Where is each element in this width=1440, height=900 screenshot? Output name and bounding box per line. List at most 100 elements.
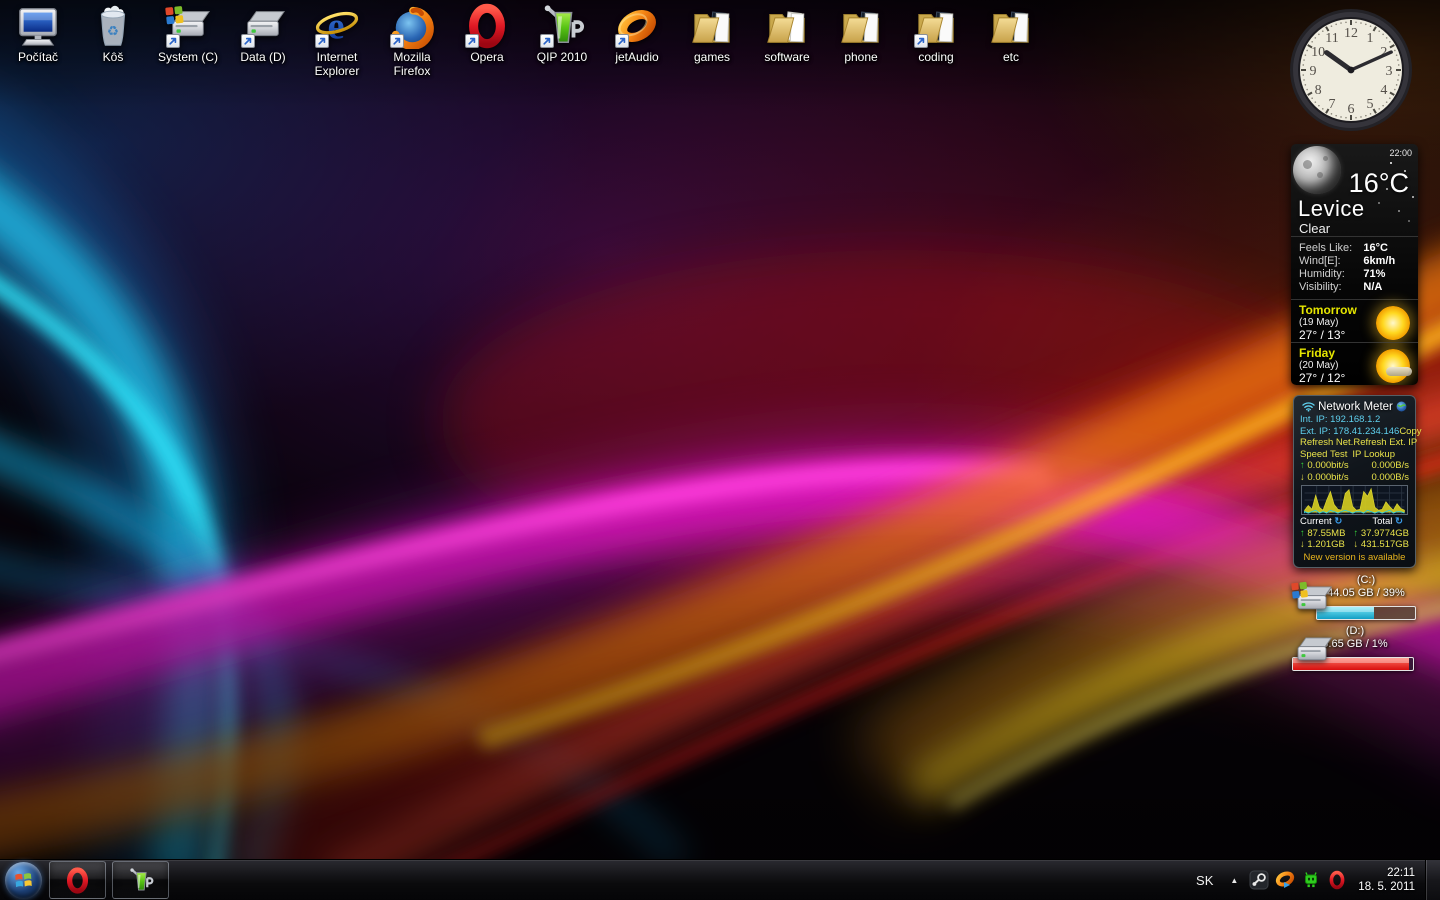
desktop-icon-opera[interactable]: Opera xyxy=(449,3,525,64)
refresh-net-link[interactable]: Refresh Net. xyxy=(1300,437,1353,449)
taskbar-button-qip[interactable] xyxy=(112,861,169,899)
windows-logo-icon xyxy=(4,861,42,899)
svg-text:3: 3 xyxy=(1386,64,1393,79)
drive-d-gadget[interactable]: (D:) 5.65 GB / 1% xyxy=(1286,625,1418,674)
show-desktop-button[interactable] xyxy=(1425,859,1440,900)
current-refresh-icon[interactable]: ↻ xyxy=(1334,516,1342,527)
desktop-icon-label: QIP 2010 xyxy=(536,50,588,64)
refresh-ext-link[interactable]: Refresh Ext. IP xyxy=(1353,437,1417,449)
desktop-icon-label: Internet Explorer xyxy=(314,50,360,78)
svg-text:9: 9 xyxy=(1310,64,1317,79)
analog-clock: 1234567891011 12 xyxy=(1290,9,1412,131)
weather-detail-row: Visibility: N/A xyxy=(1299,281,1410,294)
desktop-icon-system-c[interactable]: System (C) xyxy=(150,3,226,64)
desktop-icon-label: coding xyxy=(918,50,954,64)
weather-time: 22:00 xyxy=(1389,148,1412,158)
upload-arrow-icon: ↑ xyxy=(1300,460,1305,471)
total-up-arrow-icon: ↑ xyxy=(1353,527,1359,539)
weather-detail-label: Visibility: xyxy=(1299,281,1342,293)
qip-icon xyxy=(127,867,154,894)
svg-text:8: 8 xyxy=(1315,83,1322,98)
copy-link[interactable]: Copy xyxy=(1399,426,1421,438)
drive-c-icon xyxy=(1286,579,1338,621)
weather-detail-value: 6km/h xyxy=(1363,255,1396,267)
weather-condition: Clear xyxy=(1299,221,1331,236)
shortcut-arrow-icon xyxy=(914,34,928,48)
shortcut-arrow-icon xyxy=(540,34,554,48)
desktop-icon-label: Počítač xyxy=(17,50,59,64)
total-refresh-icon[interactable]: ↻ xyxy=(1395,516,1403,527)
desktop-icon-data-d[interactable]: Data (D) xyxy=(225,3,301,64)
desktop-icon-image xyxy=(838,3,884,49)
shortcut-arrow-icon xyxy=(615,34,629,48)
weather-detail-row: Humidity: 71% xyxy=(1299,268,1410,281)
desktop-icon-kos[interactable]: Kôš xyxy=(75,3,151,64)
total-label: Total xyxy=(1372,516,1393,527)
desktop-icon-games[interactable]: games xyxy=(674,3,750,64)
desktop-icon-label: Data (D) xyxy=(240,50,286,64)
shortcut-arrow-icon xyxy=(241,34,255,48)
network-meter-title: Network Meter xyxy=(1318,400,1393,413)
desktop-icon-phone[interactable]: phone xyxy=(823,3,899,64)
taskbar-button-opera[interactable] xyxy=(49,861,106,899)
tray-steam-icon[interactable] xyxy=(1248,869,1270,891)
speed-test-link[interactable]: Speed Test xyxy=(1300,449,1347,461)
weather-detail-value: 16°C xyxy=(1363,242,1388,254)
tray-expand-arrow-icon[interactable]: ▲ xyxy=(1222,876,1246,885)
desktop: ♻ e xyxy=(0,0,1440,900)
drive-c-gadget[interactable]: (C:) 44.05 GB / 39% xyxy=(1286,574,1418,623)
clock-gadget[interactable]: 1 2 3 4 5 6 7 8 9 10 11 12 xyxy=(1287,5,1415,135)
download-speed: 0.000bit/s xyxy=(1307,471,1349,483)
system-tray: SK ▲ 22:11 18. 5. 2011 xyxy=(1187,859,1440,900)
weather-forecast-row: Tomorrow (19 May) 27° / 13° xyxy=(1291,299,1418,342)
desktop-icon-jetaudio[interactable]: jetAudio xyxy=(599,3,675,64)
desktop-icon-software[interactable]: software xyxy=(749,3,825,64)
current-down-value: 1.201GB xyxy=(1307,539,1345,550)
globe-icon xyxy=(1396,401,1407,412)
desktop-icon-label: System (C) xyxy=(158,50,218,64)
desktop-icon-label: jetAudio xyxy=(615,50,659,64)
wifi-icon xyxy=(1302,402,1315,412)
network-meter-gadget[interactable]: Network Meter Int. IP: 192.168.1.2 Ext. … xyxy=(1293,395,1422,568)
weather-detail-value: N/A xyxy=(1363,281,1383,293)
tray-qip-icon[interactable] xyxy=(1300,869,1322,891)
desktop-icon-coding[interactable]: coding xyxy=(898,3,974,64)
svg-text:12: 12 xyxy=(1344,26,1358,41)
weather-detail-value: 71% xyxy=(1363,268,1386,280)
weather-gadget[interactable]: 22:00 16°C Levice Clear Feels Like: 16°C W… xyxy=(1291,144,1418,385)
weather-detail-row: Wind[E]: 6km/h xyxy=(1299,255,1410,268)
start-button[interactable] xyxy=(0,860,46,900)
upload-bytes: 0.000B/s xyxy=(1371,460,1410,471)
tray-language-indicator[interactable]: SK xyxy=(1187,873,1222,888)
current-down-arrow-icon: ↓ xyxy=(1300,539,1305,550)
desktop-icon-internet-explorer[interactable]: Internet Explorer xyxy=(299,3,375,78)
desktop-icon-label: etc xyxy=(1002,50,1019,64)
desktop-icon-pocitac[interactable]: Počítač xyxy=(0,3,76,64)
wallpaper-image xyxy=(0,97,1440,900)
weather-city: Levice xyxy=(1298,196,1365,221)
desktop-icon-qip-2010[interactable]: QIP 2010 xyxy=(524,3,600,64)
ext-ip-label: Ext. IP: xyxy=(1300,425,1331,437)
ip-lookup-link[interactable]: IP Lookup xyxy=(1352,449,1395,461)
desktop-icon-image xyxy=(689,3,735,49)
new-version-notice[interactable]: New version is available xyxy=(1300,552,1409,563)
desktop-icon-label: Mozilla Firefox xyxy=(393,50,431,78)
desktop-icon-image xyxy=(988,3,1034,49)
tray-opera-icon[interactable] xyxy=(1326,869,1348,891)
moon-icon xyxy=(1293,146,1341,194)
tray-date: 18. 5. 2011 xyxy=(1358,881,1415,893)
svg-text:10: 10 xyxy=(1311,45,1325,60)
tray-time: 22:11 xyxy=(1387,867,1415,879)
tray-clock[interactable]: 22:11 18. 5. 2011 xyxy=(1350,866,1425,894)
int-ip-label: Int. IP: xyxy=(1300,414,1328,425)
desktop-icon-mozilla-firefox[interactable]: Mozilla Firefox xyxy=(374,3,450,78)
weather-detail-label: Feels Like: xyxy=(1299,242,1353,254)
tray-jetaudio-icon[interactable] xyxy=(1274,869,1296,891)
svg-text:1: 1 xyxy=(1367,31,1374,46)
desktop-icon-image xyxy=(15,3,61,49)
desktop-icon-etc[interactable]: etc xyxy=(973,3,1049,64)
shortcut-arrow-icon xyxy=(166,34,180,48)
svg-text:4: 4 xyxy=(1380,83,1387,98)
desktop-icon-label: Kôš xyxy=(102,50,124,64)
partly-sunny-icon xyxy=(1376,349,1410,383)
